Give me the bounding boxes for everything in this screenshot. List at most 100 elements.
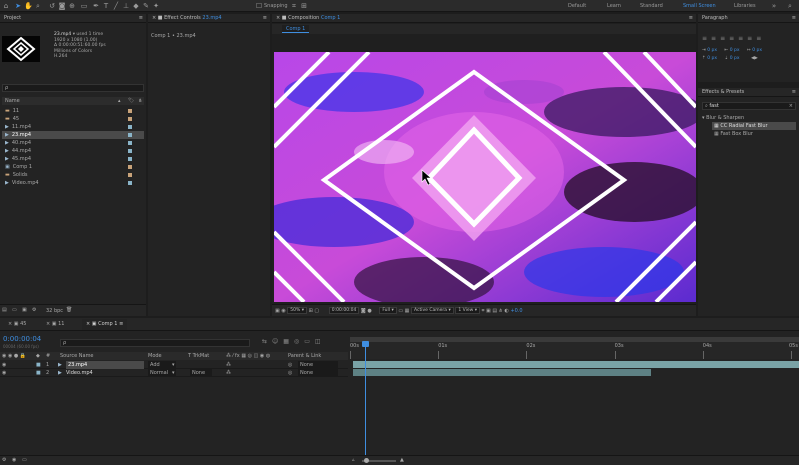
eraser-tool-icon[interactable]: ◆ (132, 2, 140, 10)
layer-switch-icon[interactable]: ⁂ (226, 361, 231, 369)
parent-select[interactable]: None (298, 361, 338, 369)
puppet-tool-icon[interactable]: ✦ (152, 2, 160, 10)
label-column-icon[interactable]: 🏷 (128, 97, 134, 105)
graph-editor-icon[interactable]: ▭ (304, 338, 315, 345)
roto-brush-tool-icon[interactable]: ✎ (142, 2, 150, 10)
brush-tool-icon[interactable]: ╱ (112, 2, 120, 10)
project-item[interactable]: ▶ Video.mp4 (2, 179, 144, 187)
camera-select[interactable]: Active Camera ▾ (411, 307, 454, 314)
disclosure-triangle-icon[interactable]: ▾ (702, 115, 705, 121)
project-search-input[interactable]: ρ (2, 84, 144, 92)
snapshot-icon[interactable]: ◙ (361, 308, 366, 314)
workspace-small-screen[interactable]: Small Screen (683, 0, 716, 12)
video-visibility-icon[interactable]: ◉ (2, 369, 6, 377)
indent-right-value[interactable]: 0 px (730, 48, 740, 53)
parent-link-icon[interactable]: ◎ (288, 369, 292, 377)
motion-blur-icon[interactable]: ◎ (294, 338, 304, 345)
shy-icon[interactable]: ☺ (272, 338, 283, 345)
toggle-in-out-icon[interactable]: ▭ (22, 457, 27, 463)
layer-name[interactable]: Video.mp4 (66, 369, 93, 377)
work-area-bar[interactable] (350, 337, 799, 342)
justify-all-icon[interactable]: ≡ (756, 35, 765, 42)
effect-controls-layer[interactable]: 23.mp4 (202, 15, 221, 21)
workspace-learn[interactable]: Learn (607, 0, 621, 12)
project-item[interactable]: ▶ 45.mp4 (2, 155, 144, 163)
layer-name[interactable]: 23.mp4 (66, 361, 144, 369)
playhead[interactable] (365, 342, 366, 465)
toggle-switches-icon[interactable]: ⚙ (2, 457, 6, 463)
align-right-icon[interactable]: ≡ (720, 35, 729, 42)
tab-comp-1[interactable]: × ▣ Comp 1 ≡ (82, 319, 128, 330)
lock-icon[interactable]: ■ (158, 15, 163, 21)
rotate-tool-icon[interactable]: ↺ (48, 2, 56, 10)
label-color-swatch[interactable] (128, 181, 132, 185)
effect-item[interactable]: ▦ Fast Box Blur (712, 130, 796, 138)
composition-name[interactable]: Comp 1 (321, 15, 340, 21)
current-time-field[interactable]: 0:00:00:04 (328, 307, 360, 314)
align-center-icon[interactable]: ≡ (711, 35, 720, 42)
project-item[interactable]: ▬ Solids (2, 171, 144, 179)
mask-visibility-icon[interactable]: ◉ (281, 308, 285, 314)
resolution-grid-icon[interactable]: ⊞ (309, 308, 313, 314)
interpret-footage-icon[interactable]: ▤ (2, 307, 7, 313)
pan-behind-tool-icon[interactable]: ⊕ (68, 2, 76, 10)
zoom-slider-handle[interactable] (364, 458, 369, 463)
home-icon[interactable]: ⌂ (2, 2, 10, 10)
layer-row[interactable]: ◉ ■ 2 ▶ Video.mp4 Normal ▾ None ⁂ ◎ None (0, 369, 348, 377)
effects-category[interactable]: ▾ Blur & Sharpen (702, 114, 744, 122)
label-color-swatch[interactable] (128, 133, 132, 137)
delete-icon[interactable]: 🗑 (66, 307, 72, 313)
workspace-default[interactable]: Default (568, 0, 586, 12)
trkmat-header[interactable]: T TrkMat (188, 352, 209, 360)
project-settings-icon[interactable]: ⚙ (32, 307, 36, 313)
render-icon[interactable]: ▣ (486, 308, 491, 314)
toggle-modes-icon[interactable]: ◉ (12, 457, 16, 463)
zoom-out-icon[interactable]: ▵ (352, 457, 355, 463)
layer-switch-icon[interactable]: ⁂ (226, 369, 231, 377)
justify-right-icon[interactable]: ≡ (747, 35, 756, 42)
views-select[interactable]: 1 View ▾ (455, 307, 480, 314)
dropdown-arrow-icon[interactable]: ▾ (172, 361, 175, 369)
workspace-standard[interactable]: Standard (640, 0, 663, 12)
layer-bar-2[interactable] (353, 369, 651, 376)
new-comp-icon[interactable]: ▣ (22, 307, 27, 313)
timeline-search-input[interactable]: ρ (60, 339, 250, 347)
exposure-value[interactable]: +0.0 (510, 308, 522, 314)
project-item[interactable]: ▬ 11 (2, 107, 144, 115)
zoom-slider[interactable] (362, 458, 396, 463)
timeline-timecode[interactable]: 0:00:00:04 (3, 335, 41, 343)
dropdown-arrow-icon[interactable]: ▾ (73, 32, 75, 37)
comp-flowchart-icon[interactable]: ⇆ (262, 338, 272, 345)
zoom-select[interactable]: 50% ▾ (287, 307, 308, 314)
workspace-libraries[interactable]: Libraries (734, 0, 756, 12)
tab-comp-1[interactable]: Comp 1 (282, 25, 310, 33)
label-color-swatch[interactable] (128, 165, 132, 169)
view-options-icon[interactable]: ⌗ (482, 308, 485, 314)
rectangle-tool-icon[interactable]: ▭ (80, 2, 88, 10)
toggle-mask-icon[interactable]: ▢ (314, 308, 319, 314)
resolution-select[interactable]: Full ▾ (379, 307, 397, 314)
panel-menu-icon[interactable]: ≡ (689, 14, 693, 23)
parent-select[interactable]: None (298, 369, 338, 377)
camera-tool-icon[interactable]: ◙ (58, 2, 66, 10)
bpc-label[interactable]: 32 bpc (46, 308, 63, 314)
effect-item[interactable]: ▦ CC Radial Fast Blur (712, 122, 796, 130)
project-item[interactable]: ▶ 40.mp4 (2, 139, 144, 147)
exposure-icon[interactable]: ◐ (504, 308, 508, 314)
project-item[interactable]: ▣ Comp 1 (2, 163, 144, 171)
source-name-header[interactable]: Source Name (60, 352, 94, 360)
clone-stamp-tool-icon[interactable]: ⊥ (122, 2, 130, 10)
timeline-icon[interactable]: ▤ (492, 308, 497, 314)
dropdown-arrow-icon[interactable]: ▾ (172, 369, 175, 377)
justify-left-icon[interactable]: ≡ (729, 35, 738, 42)
selection-tool-icon[interactable]: ➤ (14, 2, 22, 10)
tab-45[interactable]: × ▣ 45 (8, 320, 27, 329)
hand-tool-icon[interactable]: ✋ (24, 2, 33, 10)
playhead-handle[interactable] (362, 341, 369, 347)
project-item[interactable]: ▶ 23.mp4 (2, 131, 144, 139)
indent-left-value[interactable]: 0 px (707, 48, 717, 53)
direction-icon[interactable]: ◀▶ (751, 56, 758, 61)
space-before-value[interactable]: 0 px (707, 56, 717, 61)
pen-tool-icon[interactable]: ✒ (92, 2, 100, 10)
color-channel-icon[interactable]: ● (367, 308, 371, 314)
